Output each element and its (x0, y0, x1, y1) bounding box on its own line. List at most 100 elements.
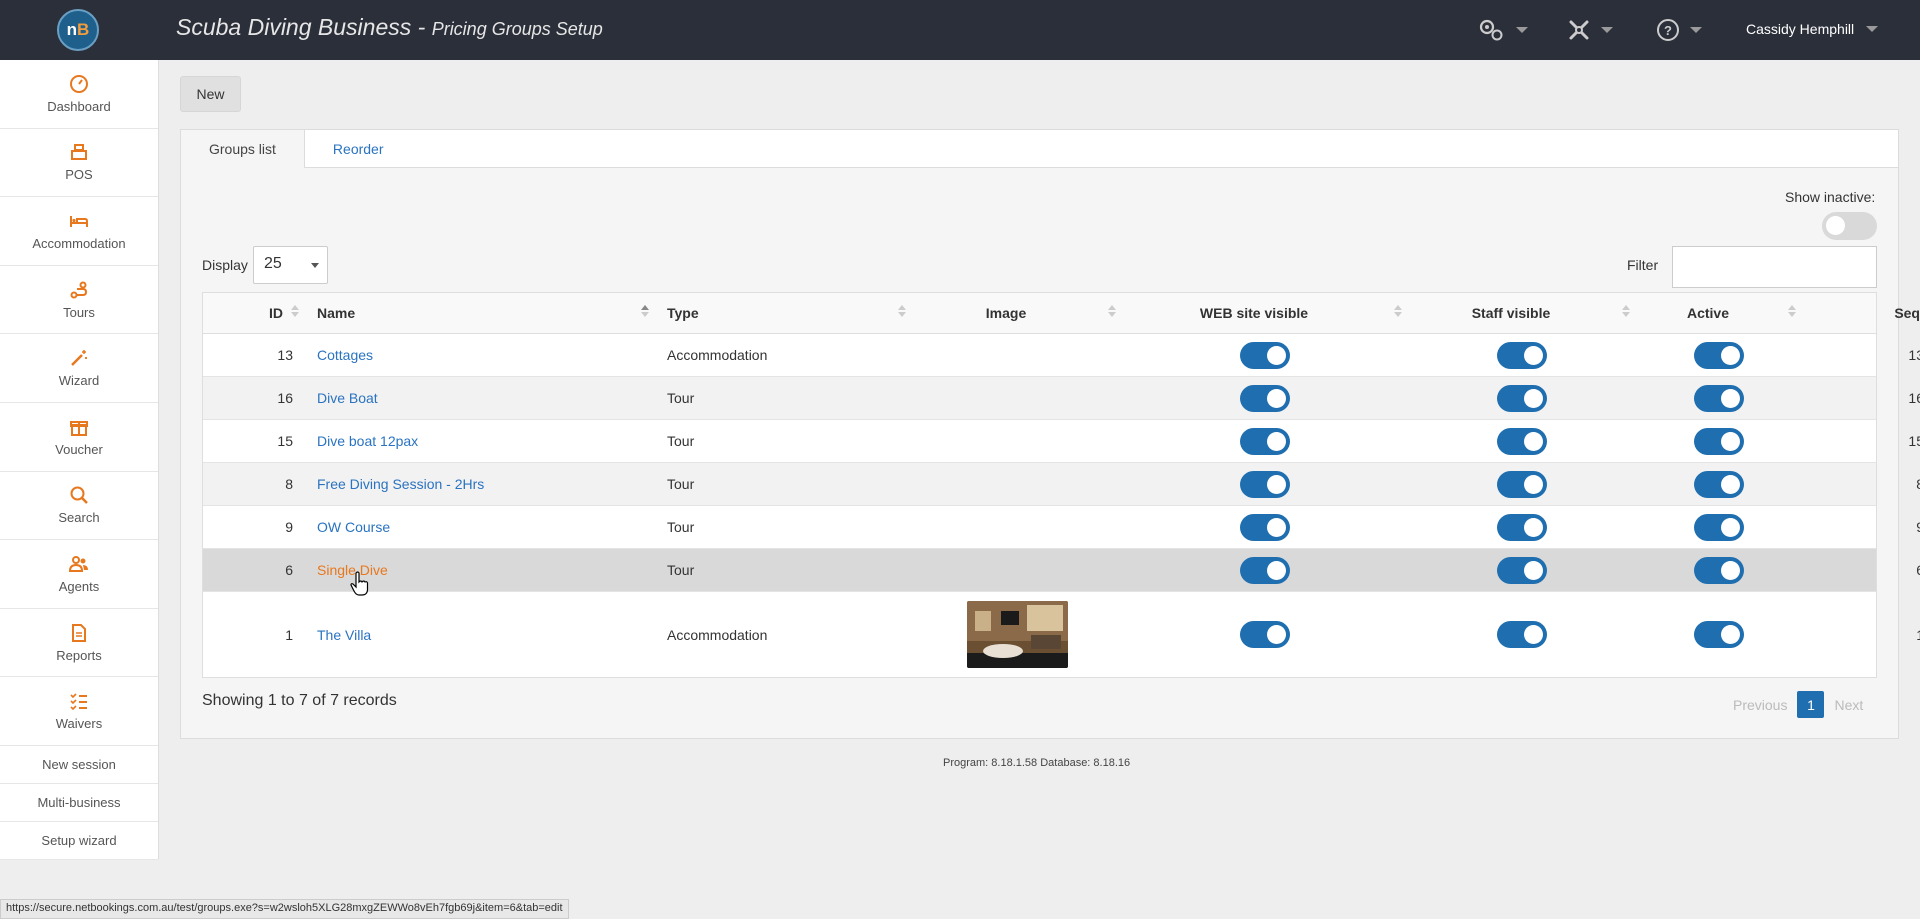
table-row[interactable]: 15 Dive boat 12pax Tour 15 (203, 420, 1920, 463)
sidebar-item-wizard[interactable]: Wizard (0, 334, 158, 403)
page-1-button[interactable]: 1 (1797, 691, 1825, 718)
checklist-icon (70, 693, 87, 711)
staff-visible-toggle[interactable] (1497, 621, 1547, 648)
route-icon (70, 281, 88, 299)
row-image (912, 506, 1122, 548)
app-logo[interactable]: nB (57, 9, 99, 51)
row-type: Tour (667, 390, 695, 406)
row-seq: 9 (1802, 506, 1920, 548)
help-icon: ? (1657, 19, 1679, 41)
web-visible-toggle[interactable] (1240, 341, 1290, 369)
active-toggle[interactable] (1694, 621, 1744, 648)
user-name: Cassidy Hemphill (1746, 21, 1855, 37)
active-toggle[interactable] (1694, 427, 1744, 455)
web-visible-toggle[interactable] (1240, 427, 1290, 455)
col-header-id[interactable]: ID (203, 293, 305, 333)
web-visible-toggle[interactable] (1240, 470, 1290, 498)
web-visible-toggle[interactable] (1240, 621, 1290, 648)
active-toggle[interactable] (1694, 384, 1744, 412)
sidebar-link-multi-business[interactable]: Multi-business (0, 784, 158, 822)
sidebar-item-dashboard[interactable]: Dashboard (0, 60, 158, 129)
web-visible-toggle[interactable] (1240, 513, 1290, 541)
staff-visible-toggle[interactable] (1497, 427, 1547, 455)
new-button[interactable]: New (180, 76, 241, 112)
col-header-active[interactable]: Active (1636, 293, 1802, 333)
col-header-web-visible[interactable]: WEB site visible (1122, 293, 1408, 333)
web-visible-toggle[interactable] (1240, 556, 1290, 584)
sidebar: Dashboard POS Accommodation Tours Wizard… (0, 60, 159, 860)
row-seq: 16 (1908, 390, 1920, 406)
row-type: Accommodation (667, 347, 768, 363)
show-inactive-toggle[interactable] (1822, 212, 1877, 240)
magic-wand-icon (71, 350, 87, 367)
filter-input[interactable] (1672, 246, 1877, 288)
row-id: 13 (277, 347, 293, 363)
version-info: Program: 8.18.1.58 Database: 8.18.16 (943, 757, 1131, 769)
sidebar-item-tours[interactable]: Tours (0, 266, 158, 335)
group-name-link[interactable]: OW Course (317, 519, 390, 535)
staff-visible-toggle[interactable] (1497, 470, 1547, 498)
row-image (912, 549, 1122, 591)
sidebar-item-pos[interactable]: POS (0, 129, 158, 198)
previous-page-button[interactable]: Previous (1733, 697, 1787, 713)
staff-visible-toggle[interactable] (1497, 513, 1547, 541)
web-visible-toggle[interactable] (1240, 384, 1290, 412)
display-label: Display (202, 257, 248, 273)
sidebar-item-reports[interactable]: Reports (0, 609, 158, 678)
settings-menu[interactable] (1478, 18, 1528, 42)
group-name-link[interactable]: Dive Boat (317, 390, 378, 406)
group-name-link[interactable]: The Villa (317, 627, 371, 643)
table-row[interactable]: 9 OW Course Tour 9 (203, 506, 1920, 549)
report-icon (72, 623, 86, 642)
table-header: ID Name Type Image WEB site visible Staf… (203, 293, 1920, 334)
active-toggle[interactable] (1694, 470, 1744, 498)
staff-visible-toggle[interactable] (1497, 341, 1547, 369)
groups-table: ID Name Type Image WEB site visible Staf… (202, 292, 1920, 678)
table-row[interactable]: 16 Dive Boat Tour 16 (203, 377, 1920, 420)
row-image (912, 463, 1122, 505)
sidebar-item-accommodation[interactable]: Accommodation (0, 197, 158, 266)
tools-menu[interactable] (1567, 18, 1613, 42)
sidebar-item-agents[interactable]: Agents (0, 540, 158, 609)
row-seq: 6 (1802, 549, 1920, 591)
row-seq: 15 (1908, 433, 1920, 449)
sidebar-item-waivers[interactable]: Waivers (0, 677, 158, 746)
group-name-link[interactable]: Free Diving Session - 2Hrs (317, 476, 484, 492)
tools-icon (1569, 20, 1589, 40)
chevron-down-icon (311, 263, 319, 268)
active-toggle[interactable] (1694, 556, 1744, 584)
row-image (912, 377, 1122, 419)
table-row[interactable]: 1 The Villa Accommodation 1 (203, 592, 1920, 677)
staff-visible-toggle[interactable] (1497, 556, 1547, 584)
user-menu[interactable]: Cassidy Hemphill (1746, 21, 1879, 37)
sidebar-link-setup-wizard[interactable]: Setup wizard (0, 822, 158, 860)
sidebar-link-new-session[interactable]: New session (0, 746, 158, 784)
help-menu[interactable]: ? (1656, 18, 1702, 42)
table-row[interactable]: 8 Free Diving Session - 2Hrs Tour 8 (203, 463, 1920, 506)
col-header-seq[interactable]: Seq (1802, 293, 1920, 333)
row-id: 1 (285, 626, 293, 643)
group-name-link[interactable]: Dive boat 12pax (317, 433, 418, 449)
col-header-image[interactable]: Image (912, 293, 1122, 333)
sidebar-item-voucher[interactable]: Voucher (0, 403, 158, 472)
display-select[interactable]: 25 (253, 246, 328, 284)
col-header-name[interactable]: Name (305, 293, 655, 333)
tab-groups-list[interactable]: Groups list (180, 129, 305, 168)
group-name-link[interactable]: Cottages (317, 347, 373, 363)
col-header-staff-visible[interactable]: Staff visible (1408, 293, 1636, 333)
tab-reorder[interactable]: Reorder (305, 129, 412, 168)
col-header-type[interactable]: Type (655, 293, 912, 333)
next-page-button[interactable]: Next (1834, 697, 1863, 713)
tabs: Groups list Reorder (180, 129, 412, 168)
row-id: 16 (277, 390, 293, 406)
table-row[interactable]: 6 Single Dive Tour 6 (203, 549, 1920, 592)
staff-visible-toggle[interactable] (1497, 384, 1547, 412)
row-id: 15 (277, 433, 293, 449)
sidebar-item-search[interactable]: Search (0, 472, 158, 541)
top-bar: nB Scuba Diving Business - Pricing Group… (0, 0, 1920, 60)
table-row[interactable]: 13 Cottages Accommodation 13 (203, 334, 1920, 377)
row-seq: 13 (1908, 347, 1920, 363)
active-toggle[interactable] (1694, 513, 1744, 541)
villa-thumbnail-image[interactable] (966, 601, 1068, 668)
active-toggle[interactable] (1694, 341, 1744, 369)
